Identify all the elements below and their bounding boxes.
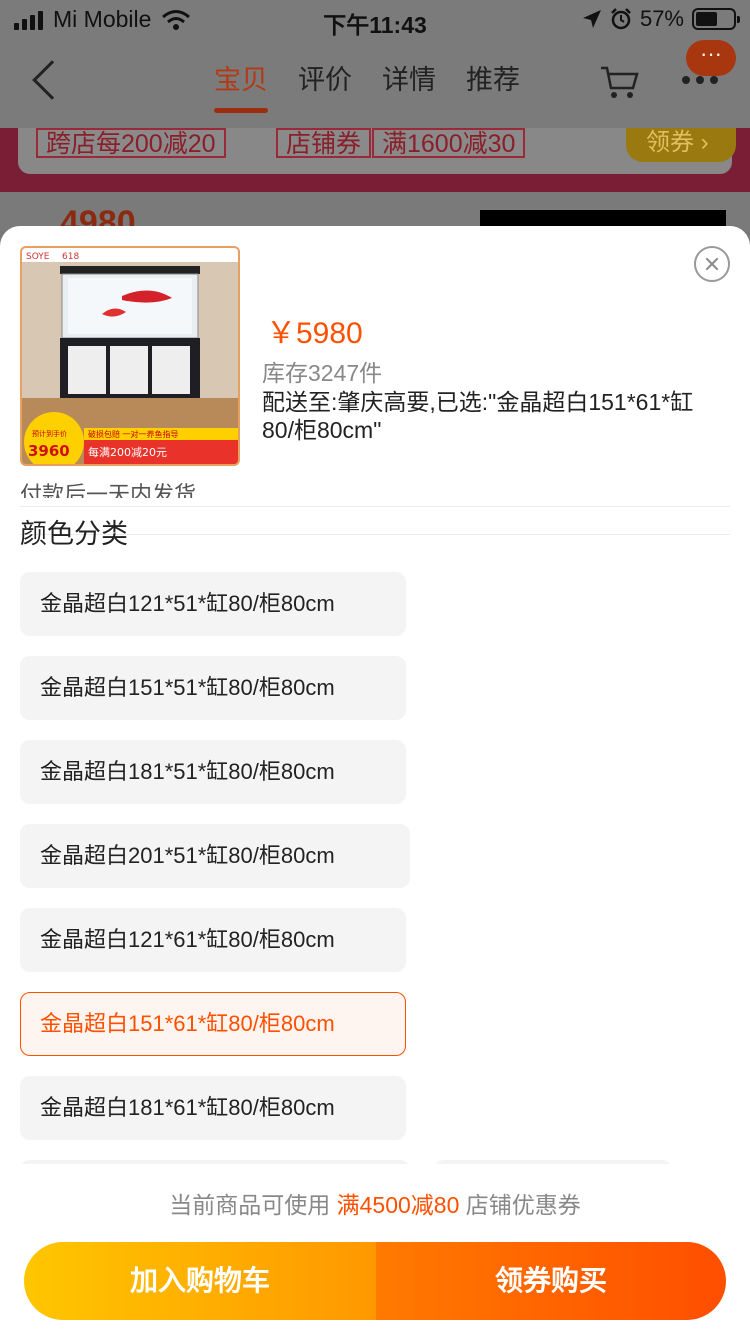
option-chip[interactable]: 金晶超白181*61*缸80/柜80cm [20,1076,406,1140]
nav-tabs: 宝贝 评价 详情 推荐 [214,58,520,113]
svg-text:3960: 3960 [28,442,70,460]
option-chip[interactable]: 金晶超白181*51*缸80/柜80cm [20,740,406,804]
option-chip[interactable]: 金晶超白121*51*缸80/柜80cm [20,572,406,636]
message-bubble-icon[interactable]: ··· [686,40,736,76]
alarm-icon [611,8,631,30]
color-options: 金晶超白121*51*缸80/柜80cm 金晶超白151*51*缸80/柜80c… [20,572,730,1164]
add-to-cart-button[interactable]: 加入购物车 [24,1242,376,1320]
option-chip[interactable] [434,1160,672,1164]
claim-coupon-button: 领券 › [626,128,736,162]
coupon-amount: 满4500减80 [336,1192,460,1218]
battery-percent: 57% [639,6,684,31]
location-icon [582,10,601,28]
divider [20,506,730,507]
tab-baobei[interactable]: 宝贝 [214,58,268,113]
svg-text:预计到手价: 预计到手价 [32,429,67,438]
svg-text:SOYE: SOYE [26,252,50,262]
svg-text:618: 618 [62,252,79,262]
sku-price: ￥5980 [266,317,363,350]
sku-stock: 库存3247件 [262,360,383,386]
shipping-note: 付款后一天内发货 [20,482,197,498]
close-icon[interactable] [694,246,730,282]
store-coupon-value: 满1600减30 [372,128,526,158]
cross-store-coupon: 跨店每200减20 [36,128,226,158]
tab-details[interactable]: 详情 [382,58,436,113]
sku-selected: 配送至:肇庆高要,已选:"金晶超白151*61*缸80/柜80cm" [262,389,694,443]
store-coupon-label: 店铺券 [276,128,372,158]
battery-icon [692,8,740,30]
back-icon[interactable] [32,60,72,100]
cart-icon[interactable] [600,66,640,100]
option-chip[interactable]: 金晶超白151*51*缸80/柜80cm [20,656,406,720]
coupon-notice: 当前商品可使用 满4500减80 店铺优惠券 [169,1192,581,1218]
option-chip-selected[interactable]: 金晶超白151*61*缸80/柜80cm [20,992,406,1056]
tab-reviews[interactable]: 评价 [298,58,352,113]
buy-button[interactable]: 领券购买 [376,1242,726,1320]
tab-recommend[interactable]: 推荐 [466,58,520,113]
svg-text:破损包赔 一对一养鱼指导: 破损包赔 一对一养鱼指导 [88,429,179,439]
nav-header: 宝贝 评价 详情 推荐 ··· [0,40,750,128]
product-thumbnail: SOYE 618 破损包赔 一对一养鱼指导 每满200减20元 预计到手价 39… [20,246,240,466]
coupon-banner: 跨店每200减20 店铺券 满1600减30 领券 › [0,128,750,192]
option-chip[interactable]: 金晶超白121*61*缸80/柜80cm [20,908,406,972]
aquarium-image: SOYE 618 破损包赔 一对一养鱼指导 每满200减20元 预计到手价 39… [22,248,238,464]
more-icon[interactable] [682,76,718,84]
color-section-title: 颜色分类 [20,519,128,549]
option-chip[interactable]: 金晶超白201*51*缸80/柜80cm [20,824,410,888]
option-chip[interactable] [20,1160,410,1164]
sku-sheet: SOYE 618 破损包赔 一对一养鱼指导 每满200减20元 预计到手价 39… [0,226,750,1334]
svg-text:每满200减20元: 每满200减20元 [88,445,167,459]
status-bar: Mi Mobile 下午11:43 57% [0,0,750,40]
